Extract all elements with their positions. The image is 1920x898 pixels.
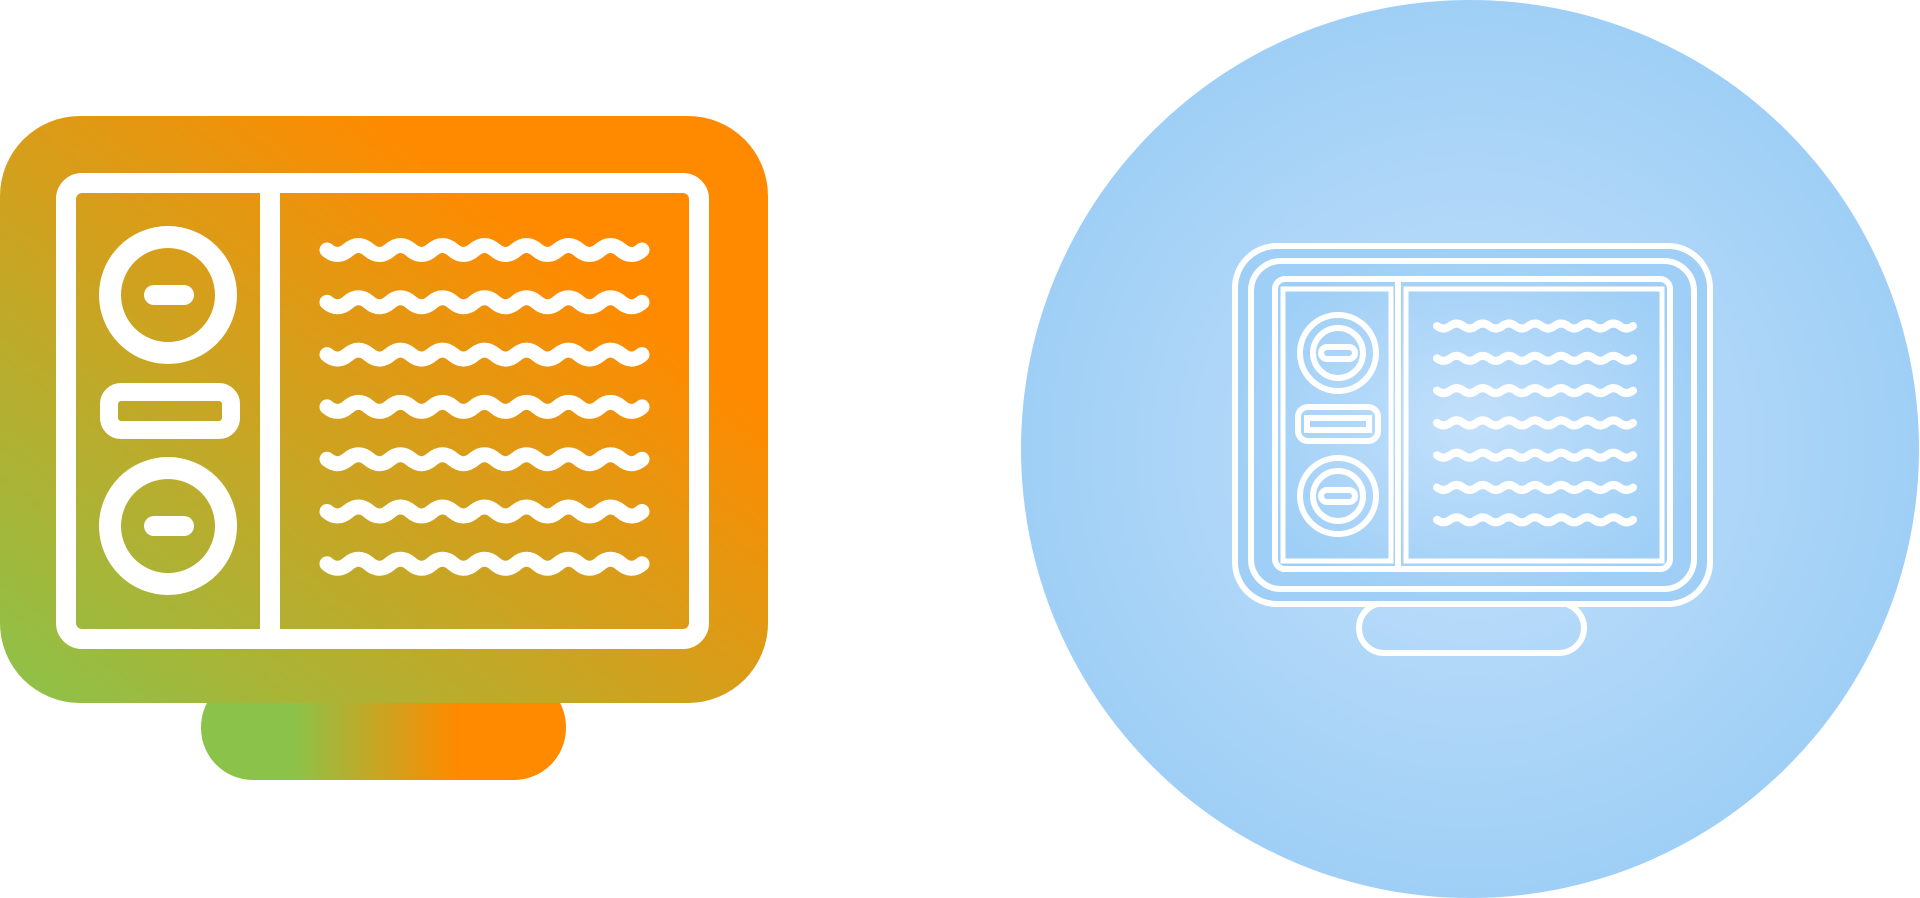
monitor-dashboard-icon-line [1021,0,1919,898]
knob-bottom-slot [144,516,194,536]
monitor-dashboard-icon-gradient [0,116,768,780]
icon-canvas [0,0,1920,898]
knob-top-slot [144,285,194,305]
